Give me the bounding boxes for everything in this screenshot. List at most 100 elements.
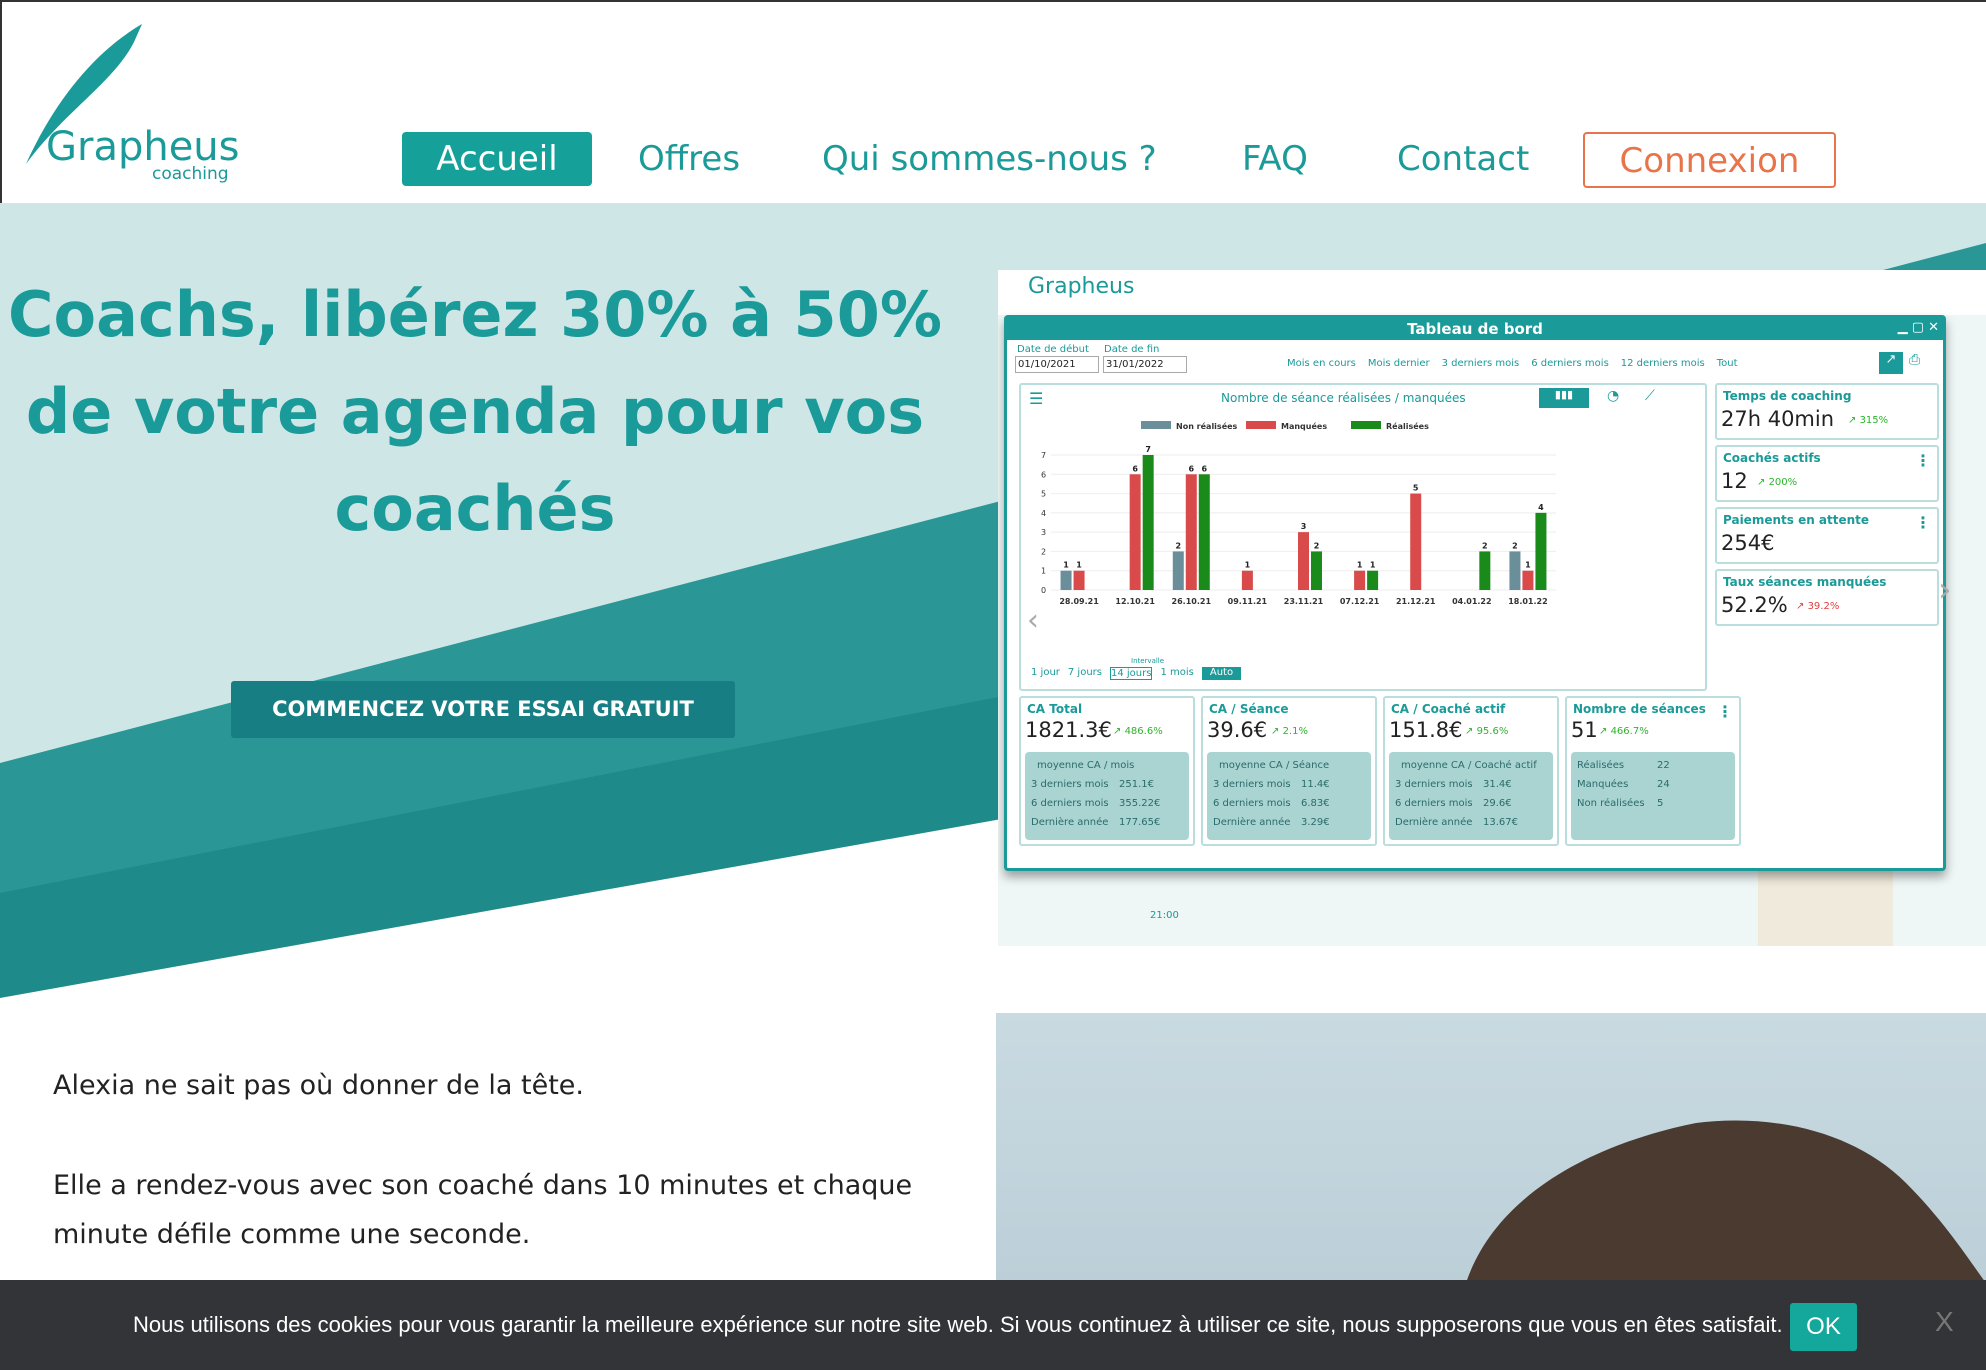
y-tick-label: 0 <box>1041 586 1046 595</box>
bar <box>1185 474 1197 590</box>
bar <box>1535 512 1547 590</box>
interval-option[interactable]: 14 jours <box>1110 667 1153 680</box>
interval-label: Intervalle <box>1131 657 1165 665</box>
stat-change: ↗ 2.1% <box>1271 726 1308 737</box>
story-paragraph-2-line-1: Elle a rendez-vous avec son coaché dans … <box>53 1170 913 1201</box>
x-tick-label: 26.10.21 <box>1172 597 1212 606</box>
stat-change: ↗ 95.6% <box>1465 726 1509 737</box>
y-tick-label: 5 <box>1041 490 1046 499</box>
kpi-title: Temps de coaching <box>1723 389 1852 403</box>
range-link[interactable]: 3 derniers mois <box>1442 358 1520 369</box>
dashboard-logo: Grapheus <box>1028 274 1135 299</box>
bar-data-label: 1 <box>1357 561 1363 570</box>
kpi-value: 12 <box>1721 469 1748 493</box>
range-link[interactable]: Mois en cours <box>1287 358 1356 369</box>
close-icon[interactable]: X <box>1935 1306 1954 1338</box>
nav-contact[interactable]: Contact <box>1397 132 1529 186</box>
story-paragraph-1: Alexia ne sait pas où donner de la tête. <box>53 1070 584 1101</box>
cookie-ok-button[interactable]: OK <box>1790 1303 1857 1351</box>
legend-swatch <box>1246 421 1276 429</box>
nav-qui-sommes-nous[interactable]: Qui sommes-nous ? <box>822 132 1157 186</box>
range-link[interactable]: 12 derniers mois <box>1621 358 1705 369</box>
next-arrow-icon[interactable]: › <box>1938 570 1952 610</box>
prev-arrow-icon[interactable]: ‹ <box>1027 603 1039 638</box>
kpi-card: Coachés actifs 12 ↗ 200% ⋮ <box>1715 445 1939 502</box>
stat-value: 1821.3€ <box>1025 718 1112 742</box>
logo-subtext: coaching <box>152 164 229 184</box>
bar <box>1522 570 1534 590</box>
stat-row: 6 derniers mois 355.22€ <box>1031 798 1161 809</box>
x-tick-label: 09.11.21 <box>1228 597 1268 606</box>
end-date-input[interactable]: 31/01/2022 <box>1103 356 1187 373</box>
more-options-icon[interactable]: ⋮ <box>1717 702 1733 721</box>
stat-row: Dernière année 3.29€ <box>1213 817 1330 828</box>
bar-data-label: 2 <box>1512 541 1518 550</box>
stat-value: 51 <box>1571 718 1598 742</box>
window-controls[interactable]: ▁ ▢ ✕ <box>1898 320 1939 335</box>
expand-icon[interactable]: ↗ <box>1879 352 1903 374</box>
y-tick-label: 3 <box>1041 528 1046 537</box>
start-date-input[interactable]: 01/10/2021 <box>1015 356 1099 373</box>
stat-card: CA / Coaché actif 151.8€ ↗ 95.6% moyenne… <box>1383 696 1559 846</box>
stat-row: Dernière année 177.65€ <box>1031 817 1161 828</box>
bar <box>1410 493 1422 590</box>
dashboard-screenshot: Grapheus 21:00 Tableau de bord ▁ ▢ ✕ Dat… <box>998 270 1986 946</box>
nav-offres[interactable]: Offres <box>638 132 740 186</box>
x-tick-label: 28.09.21 <box>1059 597 1099 606</box>
cookie-banner: Nous utilisons des cookies pour vous gar… <box>0 1280 1986 1370</box>
range-link[interactable]: Mois dernier <box>1368 358 1430 369</box>
stat-title: CA / Séance <box>1209 702 1289 716</box>
stat-title: CA Total <box>1027 702 1083 716</box>
more-options-icon[interactable]: ⋮ <box>1915 451 1931 470</box>
x-tick-label: 12.10.21 <box>1115 597 1155 606</box>
bar <box>1129 474 1141 590</box>
range-links: Mois en cours Mois dernier 3 derniers mois… <box>1287 358 1738 369</box>
login-button[interactable]: Connexion <box>1583 132 1836 188</box>
legend-label: Non réalisées <box>1176 421 1238 431</box>
x-tick-label: 07.12.21 <box>1340 597 1380 606</box>
y-tick-label: 4 <box>1041 509 1046 518</box>
x-tick-label: 23.11.21 <box>1284 597 1324 606</box>
kpi-title: Taux séances manquées <box>1723 575 1887 589</box>
bar-data-label: 2 <box>1314 541 1320 550</box>
stat-row: 3 derniers mois 251.1€ <box>1031 779 1154 790</box>
hero-title-line-3: coachés <box>334 472 616 545</box>
stat-row: 3 derniers mois 31.4€ <box>1395 779 1512 790</box>
interval-option[interactable]: 1 jour <box>1031 667 1060 680</box>
legend-label: Réalisées <box>1386 421 1429 431</box>
legend-label: Manquées <box>1281 421 1327 431</box>
line-chart-icon[interactable]: ⟋ <box>1645 388 1655 404</box>
kpi-title: Paiements en attente <box>1723 513 1870 527</box>
bar-data-label: 1 <box>1076 561 1082 570</box>
range-link[interactable]: 6 derniers mois <box>1531 358 1609 369</box>
menu-icon[interactable]: ☰ <box>1029 389 1043 408</box>
stat-breakdown: Réalisées 22 Manquées 24 Non réalisées 5 <box>1571 752 1735 840</box>
free-trial-button[interactable]: COMMENCEZ VOTRE ESSAI GRATUIT <box>231 681 735 738</box>
nav-accueil[interactable]: Accueil <box>402 132 592 186</box>
pdf-icon[interactable]: ⎙ <box>1909 352 1920 368</box>
bar-data-label: 1 <box>1063 561 1069 570</box>
bar <box>1198 474 1210 590</box>
stat-row: 3 derniers mois 11.4€ <box>1213 779 1330 790</box>
interval-option[interactable]: 1 mois <box>1160 667 1193 680</box>
nav-faq[interactable]: FAQ <box>1242 132 1308 186</box>
bar-data-label: 2 <box>1482 541 1488 550</box>
more-options-icon[interactable]: ⋮ <box>1915 513 1931 532</box>
range-link[interactable]: Tout <box>1717 358 1738 369</box>
bar-chart-icon[interactable]: ▮▮▮ <box>1539 388 1589 408</box>
stat-row: 6 derniers mois 6.83€ <box>1213 798 1330 809</box>
x-tick-label: 04.01.22 <box>1452 597 1491 606</box>
coach-photo <box>996 1013 1986 1283</box>
pie-chart-icon[interactable]: ◔ <box>1607 388 1619 404</box>
stat-value: 39.6€ <box>1207 718 1268 742</box>
stat-breakdown: moyenne CA / mois 3 derniers mois 251.1€ 6 … <box>1025 752 1189 840</box>
stat-change: ↗ 466.7% <box>1599 726 1649 737</box>
y-tick-label: 2 <box>1041 547 1046 556</box>
bar <box>1509 551 1521 590</box>
interval-option[interactable]: Auto <box>1201 667 1242 680</box>
chart-card: ☰ Nombre de séance réalisées / manquées … <box>1019 383 1707 691</box>
interval-option[interactable]: 7 jours <box>1068 667 1102 680</box>
site-header: Grapheus coaching Accueil Offres Qui som… <box>0 0 1986 203</box>
stat-title: Nombre de séances <box>1573 702 1706 716</box>
bar-data-label: 6 <box>1132 464 1138 473</box>
